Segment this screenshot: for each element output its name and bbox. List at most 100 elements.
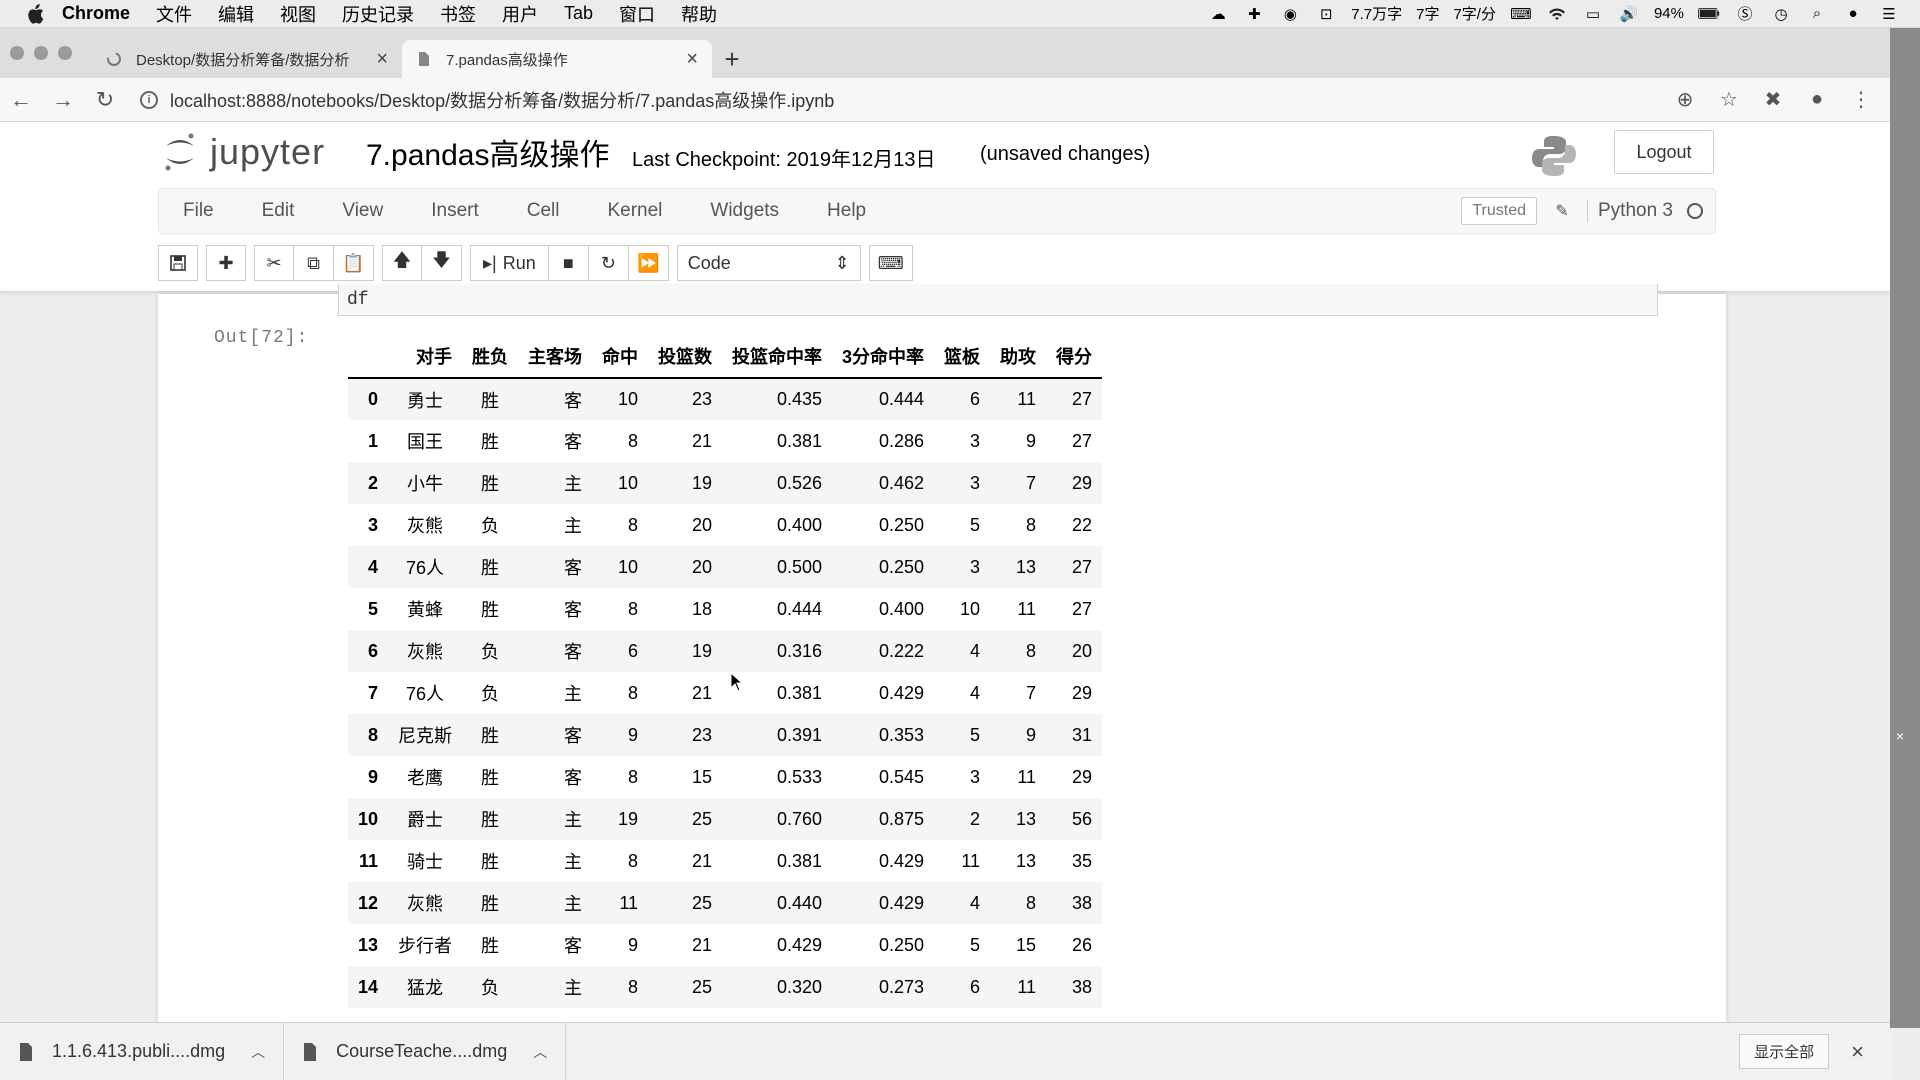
table-cell: 20	[1072, 640, 1093, 661]
table-cell: 0.250	[879, 514, 925, 535]
siri-icon[interactable]: ●	[1842, 5, 1864, 23]
battery-icon[interactable]	[1698, 5, 1720, 23]
keyboard-layout-icon[interactable]: ⌨	[1510, 5, 1532, 23]
insert-cell-button[interactable]: ✚	[206, 245, 246, 281]
notebook-file-icon	[416, 50, 434, 68]
column-header: 篮板	[934, 334, 991, 379]
menu-bookmarks[interactable]: 书签	[440, 1, 476, 27]
extension-icon[interactable]: ✖	[1758, 85, 1788, 115]
url-text: localhost:8888/notebooks/Desktop/数据分析筹备/…	[170, 90, 835, 111]
new-tab-button[interactable]: +	[712, 40, 752, 78]
copy-button[interactable]: ⧉	[294, 245, 334, 281]
menu-help[interactable]: Help	[803, 200, 890, 222]
table-cell: 0.444	[776, 598, 823, 619]
menu-cell[interactable]: Cell	[503, 200, 584, 222]
eye-icon[interactable]: ◉	[1279, 5, 1301, 23]
notification-center-icon[interactable]: ☰	[1878, 5, 1900, 23]
table-cell: 19	[618, 808, 639, 829]
menu-view[interactable]: 视图	[280, 1, 316, 27]
jupyter-logo[interactable]: jupyter	[160, 130, 325, 174]
save-button[interactable]	[158, 245, 198, 281]
forward-button[interactable]: →	[42, 82, 84, 118]
show-all-button[interactable]: 显示全部	[1739, 1034, 1830, 1069]
trusted-badge[interactable]: Trusted	[1461, 197, 1537, 225]
profile-avatar-icon[interactable]: ●	[1802, 85, 1832, 115]
battery-percent: 94%	[1653, 5, 1684, 22]
paste-button[interactable]: 📋	[334, 245, 374, 281]
table-cell: 0.429	[879, 682, 925, 703]
download-item[interactable]: 1.1.6.413.publi....dmg ︿	[0, 1022, 285, 1080]
download-item[interactable]: CourseTeache....dmg ︿	[284, 1022, 567, 1080]
info-icon[interactable]: i	[140, 90, 158, 109]
move-down-button[interactable]: 🡇	[422, 245, 462, 281]
run-button[interactable]: ▸| Run	[470, 245, 549, 281]
interrupt-button[interactable]: ■	[548, 245, 589, 281]
table-cell: 0.545	[879, 766, 925, 787]
chevron-up-icon[interactable]: ︿	[251, 1042, 265, 1062]
spotlight-search-icon[interactable]: ⌕	[1806, 5, 1828, 23]
table-cell: 灰熊	[407, 894, 444, 914]
bookmark-star-icon[interactable]: ☆	[1714, 85, 1744, 115]
menu-edit[interactable]: Edit	[238, 200, 319, 222]
table-cell: 20	[692, 514, 713, 535]
minimize-window-button[interactable]	[34, 46, 48, 60]
pencil-icon[interactable]: ✎	[1551, 200, 1573, 222]
restart-button[interactable]: ↻	[588, 245, 629, 281]
table-cell: 13	[1016, 556, 1037, 577]
wifi-icon[interactable]	[1546, 5, 1568, 23]
menu-users[interactable]: 用户	[502, 1, 538, 27]
logout-button[interactable]: Logout	[1614, 130, 1714, 174]
menu-window[interactable]: 窗口	[619, 1, 655, 27]
row-index: 9	[368, 766, 379, 787]
table-cell: 灰熊	[407, 642, 444, 662]
cut-button[interactable]: ✂	[254, 245, 294, 281]
table-cell: 0.400	[879, 598, 925, 619]
menu-edit[interactable]: 编辑	[218, 1, 254, 27]
reload-button[interactable]: ↻	[84, 82, 126, 118]
tab-desktop[interactable]: Desktop/数据分析筹备/数据分析 ×	[92, 40, 402, 78]
notebook-name[interactable]: 7.pandas高级操作	[366, 130, 609, 174]
table-cell: 8	[628, 850, 639, 871]
more-menu-icon[interactable]: ⋮	[1846, 85, 1876, 115]
apple-icon[interactable]	[24, 3, 46, 25]
close-tab-icon[interactable]: ×	[686, 48, 698, 71]
table-cell: 6	[970, 976, 981, 997]
cell-type-select[interactable]: Code ⇕	[676, 245, 861, 281]
menu-tab[interactable]: Tab	[564, 3, 593, 24]
close-icon[interactable]: ×	[1851, 1039, 1864, 1065]
clock-icon[interactable]: ◷	[1770, 5, 1792, 23]
table-row: 14 猛龙 负 主 8 25 0.320 0.273 6 11 38	[348, 966, 1103, 1008]
code-input[interactable]: df	[338, 284, 1658, 316]
table-cell: 8	[1026, 640, 1037, 661]
cloud-icon[interactable]: ☁	[1207, 5, 1229, 23]
close-window-button[interactable]	[10, 46, 24, 60]
kernel-name[interactable]: Python 3	[1587, 200, 1673, 222]
address-bar[interactable]: i localhost:8888/notebooks/Desktop/数据分析筹…	[126, 82, 1670, 118]
row-index: 14	[358, 976, 379, 997]
zoom-icon[interactable]: ⊕	[1670, 85, 1700, 115]
plus-cross-icon[interactable]: ✚	[1243, 5, 1265, 23]
menu-file[interactable]: 文件	[156, 1, 192, 27]
menu-history[interactable]: 历史记录	[342, 1, 414, 27]
close-tab-icon[interactable]: ×	[376, 48, 388, 71]
menu-help[interactable]: 帮助	[681, 1, 717, 27]
arrow-down-icon: 🡇	[432, 250, 451, 270]
move-up-button[interactable]: 🡅	[382, 245, 422, 281]
s-app-icon[interactable]: Ⓢ	[1734, 5, 1756, 23]
menu-insert[interactable]: Insert	[407, 200, 503, 222]
back-button[interactable]: ←	[0, 82, 42, 118]
chevron-up-icon[interactable]: ︿	[533, 1042, 547, 1062]
command-palette-button[interactable]: ⌨	[868, 245, 913, 281]
restart-run-all-button[interactable]: ⏩	[628, 245, 669, 281]
airplay-icon[interactable]: ▭	[1582, 5, 1604, 23]
maximize-window-button[interactable]	[58, 46, 72, 60]
menu-widgets[interactable]: Widgets	[686, 200, 803, 222]
screen-record-icon[interactable]: ⊡	[1315, 5, 1337, 23]
menu-file[interactable]: File	[159, 200, 238, 222]
menu-app-chrome[interactable]: Chrome	[62, 3, 130, 24]
volume-icon[interactable]: 🔊	[1618, 5, 1640, 23]
tab-notebook[interactable]: 7.pandas高级操作 ×	[402, 40, 712, 78]
table-cell: 0.440	[776, 892, 823, 913]
menu-kernel[interactable]: Kernel	[583, 200, 686, 222]
menu-view[interactable]: View	[318, 200, 407, 222]
